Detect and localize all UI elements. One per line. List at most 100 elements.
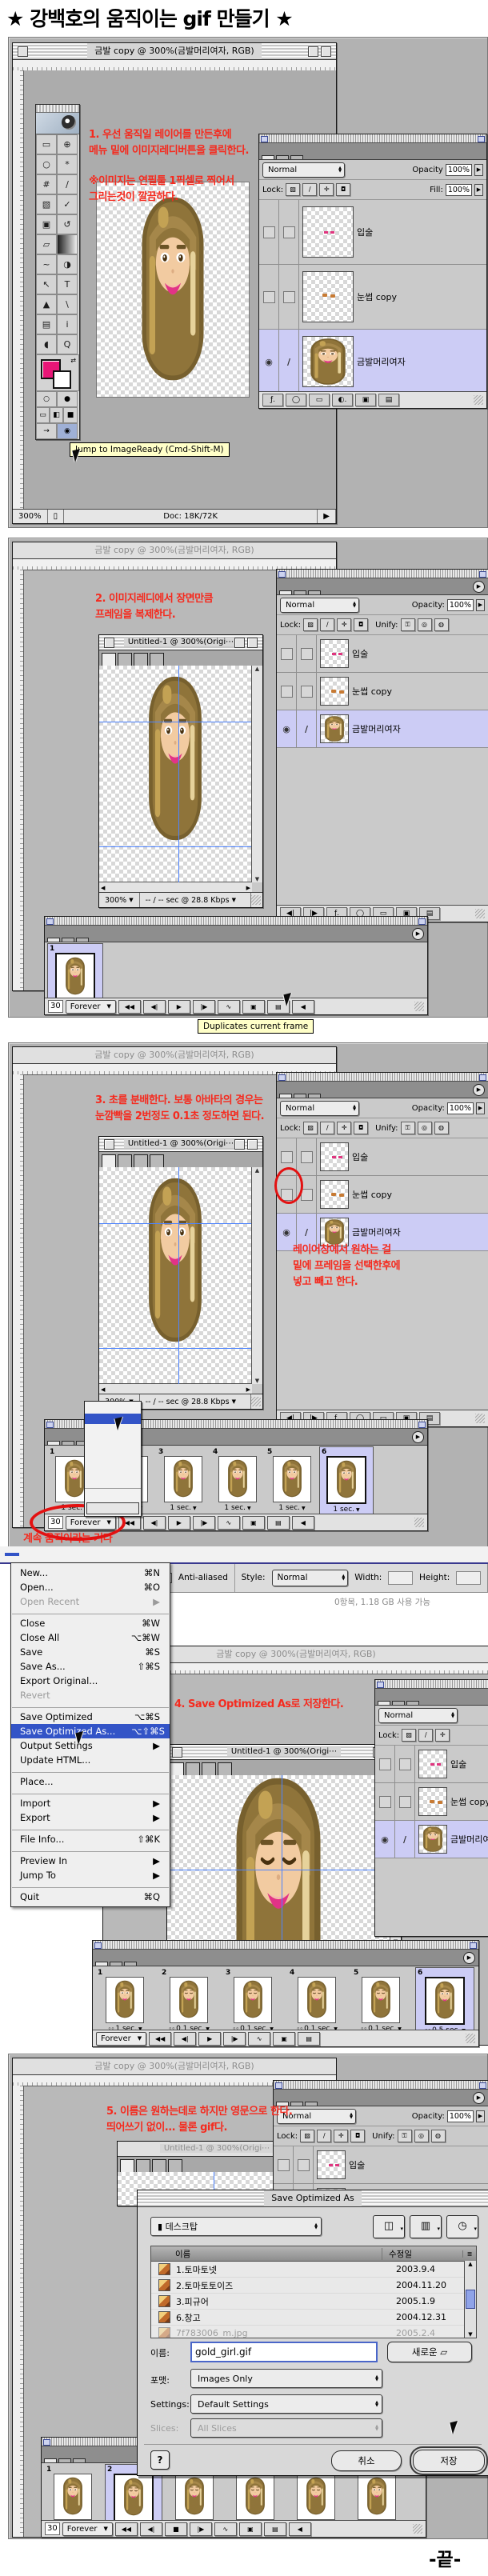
toolbox-grabber[interactable] bbox=[36, 105, 79, 113]
palette-grabber[interactable] bbox=[277, 1073, 488, 1082]
scroll-thumb[interactable] bbox=[466, 2290, 475, 2309]
blend-mode-dropdown[interactable]: Normal▲ ▼ bbox=[280, 1101, 359, 1116]
animation-frame[interactable]: 5 ∘∘0.1 sec.▼ bbox=[352, 1968, 410, 2034]
duplicate-frame-button[interactable]: ▣ bbox=[273, 2032, 295, 2046]
입술[interactable]: 입술 bbox=[375, 1746, 488, 1783]
sort-order-icon[interactable]: ≣ bbox=[462, 2250, 476, 2258]
resize-grip[interactable] bbox=[413, 2524, 422, 2534]
lock-transparency-icon[interactable]: ▨ bbox=[300, 2130, 314, 2142]
layer-style-button[interactable]: ƒ. bbox=[262, 394, 283, 406]
palette-tab[interactable] bbox=[392, 1701, 405, 1705]
tween-button[interactable]: ∿ bbox=[214, 2522, 237, 2536]
delay-option[interactable] bbox=[85, 1488, 141, 1500]
gradient-tool[interactable] bbox=[57, 234, 78, 254]
palette-tab[interactable] bbox=[95, 1962, 108, 1966]
unify-style-icon[interactable]: ◍ bbox=[431, 2130, 446, 2142]
visibility-toggle[interactable] bbox=[375, 1821, 395, 1858]
type-tool[interactable]: T bbox=[57, 274, 78, 294]
smudge-tool[interactable]: ~ bbox=[36, 254, 57, 274]
resize-grip[interactable] bbox=[251, 1397, 261, 1406]
window-titlebar[interactable]: 금발 copy @ 300%(금발머리여자, RGB) bbox=[13, 2058, 336, 2075]
frame-delay-dropdown[interactable]: 1 sec.▼ bbox=[267, 1504, 317, 1512]
delay-option[interactable] bbox=[85, 1424, 141, 1434]
file-menu-item[interactable]: Revert bbox=[11, 1688, 170, 1702]
delay-option[interactable] bbox=[85, 1445, 141, 1455]
notes-tool[interactable]: ▤ bbox=[36, 314, 57, 334]
link-cell[interactable] bbox=[395, 1821, 415, 1858]
window-titlebar[interactable]: 금발 copy @ 300%(금발머리여자, RGB) bbox=[13, 542, 336, 559]
palette-tab[interactable] bbox=[62, 938, 74, 942]
animation-frame[interactable]: 5 1 sec.▼ bbox=[266, 1447, 318, 1514]
stop-button[interactable]: ■ bbox=[165, 2522, 187, 2536]
눈썹 copy[interactable]: 눈썹 copy bbox=[259, 265, 486, 330]
delay-option[interactable] bbox=[85, 1476, 141, 1486]
status-arrow-icon[interactable]: ▶ bbox=[318, 510, 336, 523]
settings-dropdown[interactable]: Default Settings▲ ▼ bbox=[190, 2394, 382, 2414]
palette-menu-icon[interactable]: ▶ bbox=[473, 2092, 485, 2104]
입술[interactable]: 입술 bbox=[277, 1138, 488, 1176]
blend-mode-dropdown[interactable]: Normal▲ ▼ bbox=[378, 1708, 458, 1723]
standard-screen-button[interactable]: ▭ bbox=[36, 407, 50, 423]
delay-option[interactable] bbox=[85, 1455, 141, 1466]
zoom-level[interactable]: 300% bbox=[13, 510, 48, 523]
palette-tab[interactable] bbox=[73, 2458, 86, 2462]
prev-frame-button[interactable]: ◀| bbox=[143, 1516, 166, 1530]
unify-visibility-icon[interactable]: ◎ bbox=[418, 618, 432, 631]
fill-arrow-icon[interactable]: ▶ bbox=[474, 184, 483, 196]
palette-menu-icon[interactable]: ▶ bbox=[473, 1084, 485, 1096]
lock-all-icon[interactable]: ◘ bbox=[354, 1122, 368, 1134]
file-menu-item[interactable]: Jump To▶ bbox=[11, 1868, 170, 1882]
file-menu-item[interactable]: Export Original... bbox=[11, 1674, 170, 1688]
style-dropdown[interactable]: Normal▲ ▼ bbox=[272, 1570, 349, 1586]
history-brush-tool[interactable]: ↺ bbox=[57, 214, 78, 234]
palette-tab[interactable] bbox=[47, 938, 60, 942]
scroll-up-icon[interactable]: ▲ bbox=[255, 666, 259, 672]
palette-tab[interactable] bbox=[276, 155, 289, 159]
line-tool[interactable]: \ bbox=[57, 294, 78, 314]
hand-tool[interactable]: ◖ bbox=[36, 334, 57, 354]
unify-style-icon[interactable]: ◍ bbox=[434, 618, 449, 631]
resize-grip[interactable] bbox=[475, 1414, 485, 1423]
prev-frame-button[interactable]: ◀| bbox=[143, 1000, 166, 1014]
zoom-tool[interactable]: Q bbox=[57, 334, 78, 354]
horizontal-scrollbar[interactable]: ◀▶ bbox=[99, 1383, 252, 1394]
path-select-tool[interactable]: ↖ bbox=[36, 274, 57, 294]
collapse-box[interactable] bbox=[247, 1139, 258, 1150]
link-cell[interactable] bbox=[297, 673, 317, 710]
file-menu-item[interactable]: Export▶ bbox=[11, 1810, 170, 1825]
file-menu-item[interactable]: Preview In▶ bbox=[11, 1854, 170, 1868]
canvas[interactable] bbox=[167, 1775, 390, 1945]
lock-position-icon[interactable]: ✛ bbox=[337, 618, 351, 631]
delete-layer-button[interactable]: ▤ bbox=[378, 394, 399, 406]
file-menu-item[interactable]: Save Optimized As...⌥⇧⌘S bbox=[11, 1724, 170, 1738]
eraser-tool[interactable]: ▱ bbox=[36, 234, 57, 254]
move-tool[interactable]: ⊕ bbox=[57, 134, 78, 154]
입술[interactable]: 입술 bbox=[259, 200, 486, 265]
animation-frame[interactable]: 3 1 sec.▼ bbox=[157, 1447, 210, 1514]
palette-tab[interactable] bbox=[124, 1962, 137, 1966]
눈썹 copy[interactable]: 눈썹 copy bbox=[277, 1176, 488, 1214]
filename-input[interactable] bbox=[190, 2342, 378, 2362]
file-menu-item[interactable]: Save Optimized⌥⌘S bbox=[11, 1710, 170, 1724]
canvas[interactable] bbox=[99, 666, 252, 882]
palette-tab[interactable] bbox=[308, 1094, 321, 1098]
tween-button[interactable]: ∿ bbox=[248, 2032, 270, 2046]
close-box[interactable] bbox=[172, 1747, 182, 1758]
palette-menu-icon[interactable]: ▶ bbox=[412, 1431, 424, 1443]
timing-dropdown[interactable]: -- / -- sec @ 28.8 Kbps ▼ bbox=[140, 893, 251, 907]
file-menu-item[interactable] bbox=[12, 1769, 169, 1773]
visibility-toggle[interactable] bbox=[274, 2146, 294, 2183]
opacity-arrow-icon[interactable]: ▶ bbox=[474, 164, 483, 176]
file-menu-item[interactable] bbox=[12, 1790, 169, 1794]
opacity-value[interactable]: 100% bbox=[447, 599, 474, 611]
금발머리여자[interactable]: 금발머리여자 bbox=[277, 710, 488, 748]
opacity-arrow-icon[interactable]: ▶ bbox=[476, 2110, 485, 2122]
palette-tab[interactable] bbox=[110, 1962, 122, 1966]
close-box[interactable] bbox=[104, 638, 114, 648]
link-cell[interactable] bbox=[279, 200, 299, 264]
lasso-tool[interactable]: ○ bbox=[36, 154, 57, 174]
next-frame-button[interactable]: |▶ bbox=[223, 2032, 246, 2046]
new-layer-button[interactable]: ▣ bbox=[355, 394, 376, 406]
animation-frame[interactable]: 4 1 sec.▼ bbox=[211, 1447, 264, 1514]
loop-dropdown[interactable]: Forever▼ bbox=[96, 2032, 146, 2046]
